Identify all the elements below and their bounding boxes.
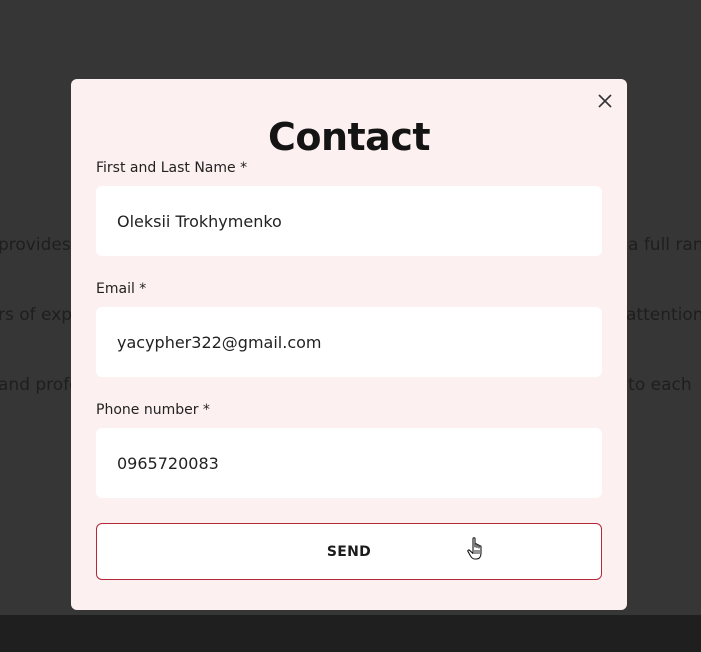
send-button[interactable]: SEND [96, 523, 602, 580]
email-label: Email * [96, 281, 147, 297]
background-text: a full ran [628, 235, 701, 255]
background-text: and profe [0, 375, 80, 395]
background-text: provides [0, 235, 71, 255]
name-label: First and Last Name * [96, 160, 248, 176]
background-text: attention [626, 305, 701, 325]
footer-bar [0, 615, 701, 652]
close-icon[interactable] [597, 93, 613, 109]
phone-label: Phone number * [96, 402, 210, 418]
background-text: rs of exp [0, 305, 73, 325]
name-field[interactable] [96, 186, 602, 256]
contact-modal: Contact First and Last Name * Email * Ph… [71, 79, 627, 610]
modal-title: Contact [267, 115, 431, 159]
email-field[interactable] [96, 307, 602, 377]
phone-field[interactable] [96, 428, 602, 498]
